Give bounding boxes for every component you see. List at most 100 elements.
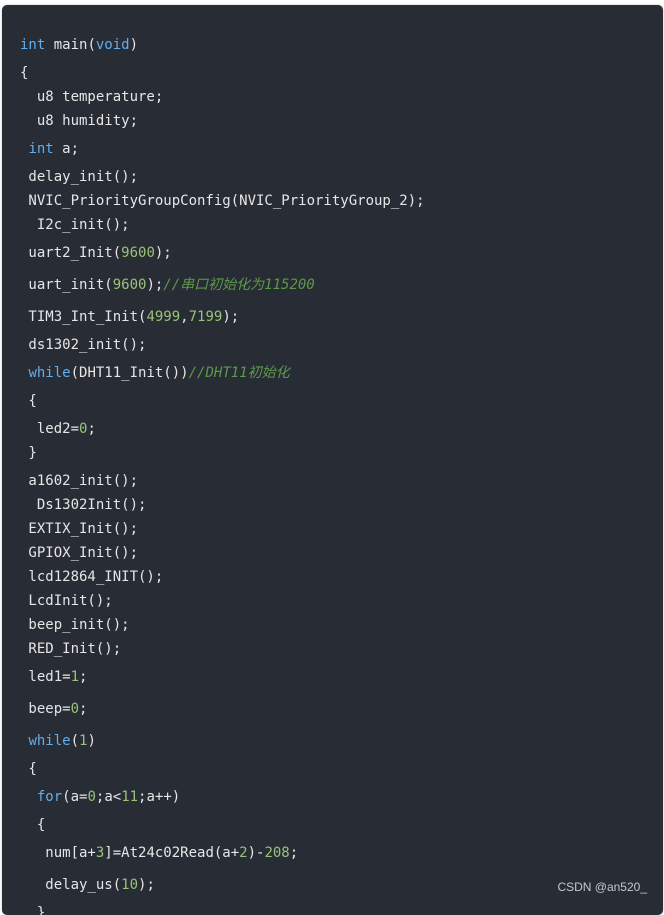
code-text: num[a+ bbox=[20, 845, 96, 861]
code-text: beep_init(); bbox=[20, 617, 130, 633]
code-line: RED_Init(); bbox=[20, 640, 121, 658]
code-text: { bbox=[20, 65, 29, 81]
code-text: a; bbox=[53, 141, 80, 157]
code-line: ds1302_init(); bbox=[20, 336, 146, 354]
code-line: int main(void) bbox=[20, 36, 138, 54]
code-text: u8 humidity; bbox=[20, 113, 139, 129]
code-text: ) bbox=[129, 37, 139, 53]
code-text: ;a++) bbox=[138, 789, 181, 805]
csdn-watermark: CSDN @an520_ bbox=[557, 880, 647, 894]
code-line: { bbox=[20, 816, 45, 834]
code-line: lcd12864_INIT(); bbox=[20, 568, 163, 586]
code-line: delay_us(10); bbox=[20, 876, 155, 894]
code-text: RED_Init(); bbox=[20, 641, 122, 657]
code-text: u8 temperature; bbox=[20, 89, 164, 105]
code-text: ;a< bbox=[95, 789, 122, 805]
code-text: delay_us( bbox=[20, 877, 122, 893]
page: int main(void) { u8 temperature; u8 humid… bbox=[0, 0, 664, 915]
code-text: { bbox=[20, 393, 37, 409]
code-text: lcd12864_INIT(); bbox=[20, 569, 164, 585]
code-text: ; bbox=[289, 845, 299, 861]
code-text: NVIC_PriorityGroupConfig(NVIC_PriorityGr… bbox=[20, 193, 425, 209]
code-number: 11 bbox=[121, 789, 139, 805]
code-text: ); bbox=[146, 277, 164, 293]
code-keyword: for bbox=[36, 789, 63, 805]
code-line: int a; bbox=[20, 140, 79, 158]
code-number: 0 bbox=[87, 789, 96, 805]
code-line: a1602_init(); bbox=[20, 472, 138, 490]
code-keyword: void bbox=[95, 37, 130, 53]
code-line: } bbox=[20, 444, 37, 462]
code-text: ( bbox=[70, 733, 80, 749]
code-keyword: while bbox=[28, 365, 71, 381]
code-comment: //DHT11初始化 bbox=[188, 365, 290, 381]
code-text: ); bbox=[154, 245, 172, 261]
code-text: (a= bbox=[62, 789, 88, 805]
code-line: while(1) bbox=[20, 732, 96, 750]
code-text: led1= bbox=[20, 669, 71, 685]
code-text: uart2_Init( bbox=[20, 245, 122, 261]
code-line: beep_init(); bbox=[20, 616, 130, 634]
code-text: } bbox=[20, 445, 37, 461]
code-number: 0 bbox=[70, 701, 80, 717]
code-number: 2 bbox=[239, 845, 248, 861]
code-text: uart_init( bbox=[20, 277, 113, 293]
code-text: EXTIX_Init(); bbox=[20, 521, 139, 537]
code-line: u8 humidity; bbox=[20, 112, 138, 130]
code-text: ]=At24c02Read(a+ bbox=[104, 845, 240, 861]
code-text: main( bbox=[45, 37, 96, 53]
code-text: Ds1302Init(); bbox=[20, 497, 147, 513]
code-text: { bbox=[20, 761, 37, 777]
code-text: , bbox=[180, 309, 189, 325]
code-line: uart2_Init(9600); bbox=[20, 244, 172, 262]
code-text: ; bbox=[87, 421, 96, 437]
code-line: for(a=0;a<11;a++) bbox=[20, 788, 180, 806]
code-line: led2=0; bbox=[20, 420, 96, 438]
code-text: GPIOX_Init(); bbox=[20, 545, 139, 561]
code-line: while(DHT11_Init())//DHT11初始化 bbox=[20, 364, 290, 382]
code-line: led1=1; bbox=[20, 668, 87, 686]
code-keyword: while bbox=[28, 733, 71, 749]
code-number: 9600 bbox=[112, 277, 147, 293]
code-text: LcdInit(); bbox=[20, 593, 113, 609]
code-number: 9600 bbox=[121, 245, 155, 261]
code-text: ; bbox=[79, 669, 88, 685]
code-text: (DHT11_Init()) bbox=[70, 365, 189, 381]
code-line: } bbox=[20, 904, 45, 915]
code-number: 4999 bbox=[146, 309, 181, 325]
code-number: 7199 bbox=[188, 309, 223, 325]
code-line: GPIOX_Init(); bbox=[20, 544, 138, 562]
code-number: 208 bbox=[264, 845, 290, 861]
code-line: u8 temperature; bbox=[20, 88, 163, 106]
code-text: beep= bbox=[20, 701, 71, 717]
code-text: led2= bbox=[20, 421, 80, 437]
code-line: delay_init(); bbox=[20, 168, 138, 186]
code-text: ); bbox=[222, 309, 240, 325]
code-text: ); bbox=[138, 877, 155, 893]
code-line: { bbox=[20, 760, 37, 778]
code-line: num[a+3]=At24c02Read(a+2)-208; bbox=[20, 844, 298, 862]
code-line: TIM3_Int_Init(4999,7199); bbox=[20, 308, 239, 326]
code-keyword: int bbox=[28, 141, 54, 157]
code-line: { bbox=[20, 392, 37, 410]
code-text: ) bbox=[87, 733, 96, 749]
code-line: EXTIX_Init(); bbox=[20, 520, 138, 538]
code-text: ; bbox=[79, 701, 88, 717]
code-text: TIM3_Int_Init( bbox=[20, 309, 147, 325]
code-line: LcdInit(); bbox=[20, 592, 113, 610]
code-number: 1 bbox=[70, 669, 80, 685]
code-line: { bbox=[20, 64, 28, 82]
code-text: )- bbox=[247, 845, 265, 861]
code-number: 10 bbox=[121, 877, 139, 893]
code-text: I2c_init(); bbox=[20, 217, 130, 233]
code-keyword: int bbox=[20, 37, 46, 53]
code-block: int main(void) { u8 temperature; u8 humid… bbox=[2, 5, 663, 915]
code-line: Ds1302Init(); bbox=[20, 496, 147, 514]
code-line: NVIC_PriorityGroupConfig(NVIC_PriorityGr… bbox=[20, 192, 425, 210]
code-text: ds1302_init(); bbox=[20, 337, 147, 353]
code-comment: //串口初始化为115200 bbox=[163, 277, 315, 293]
code-text: a1602_init(); bbox=[20, 473, 139, 489]
code-text: delay_init(); bbox=[20, 169, 139, 185]
code-text: } bbox=[20, 905, 46, 915]
